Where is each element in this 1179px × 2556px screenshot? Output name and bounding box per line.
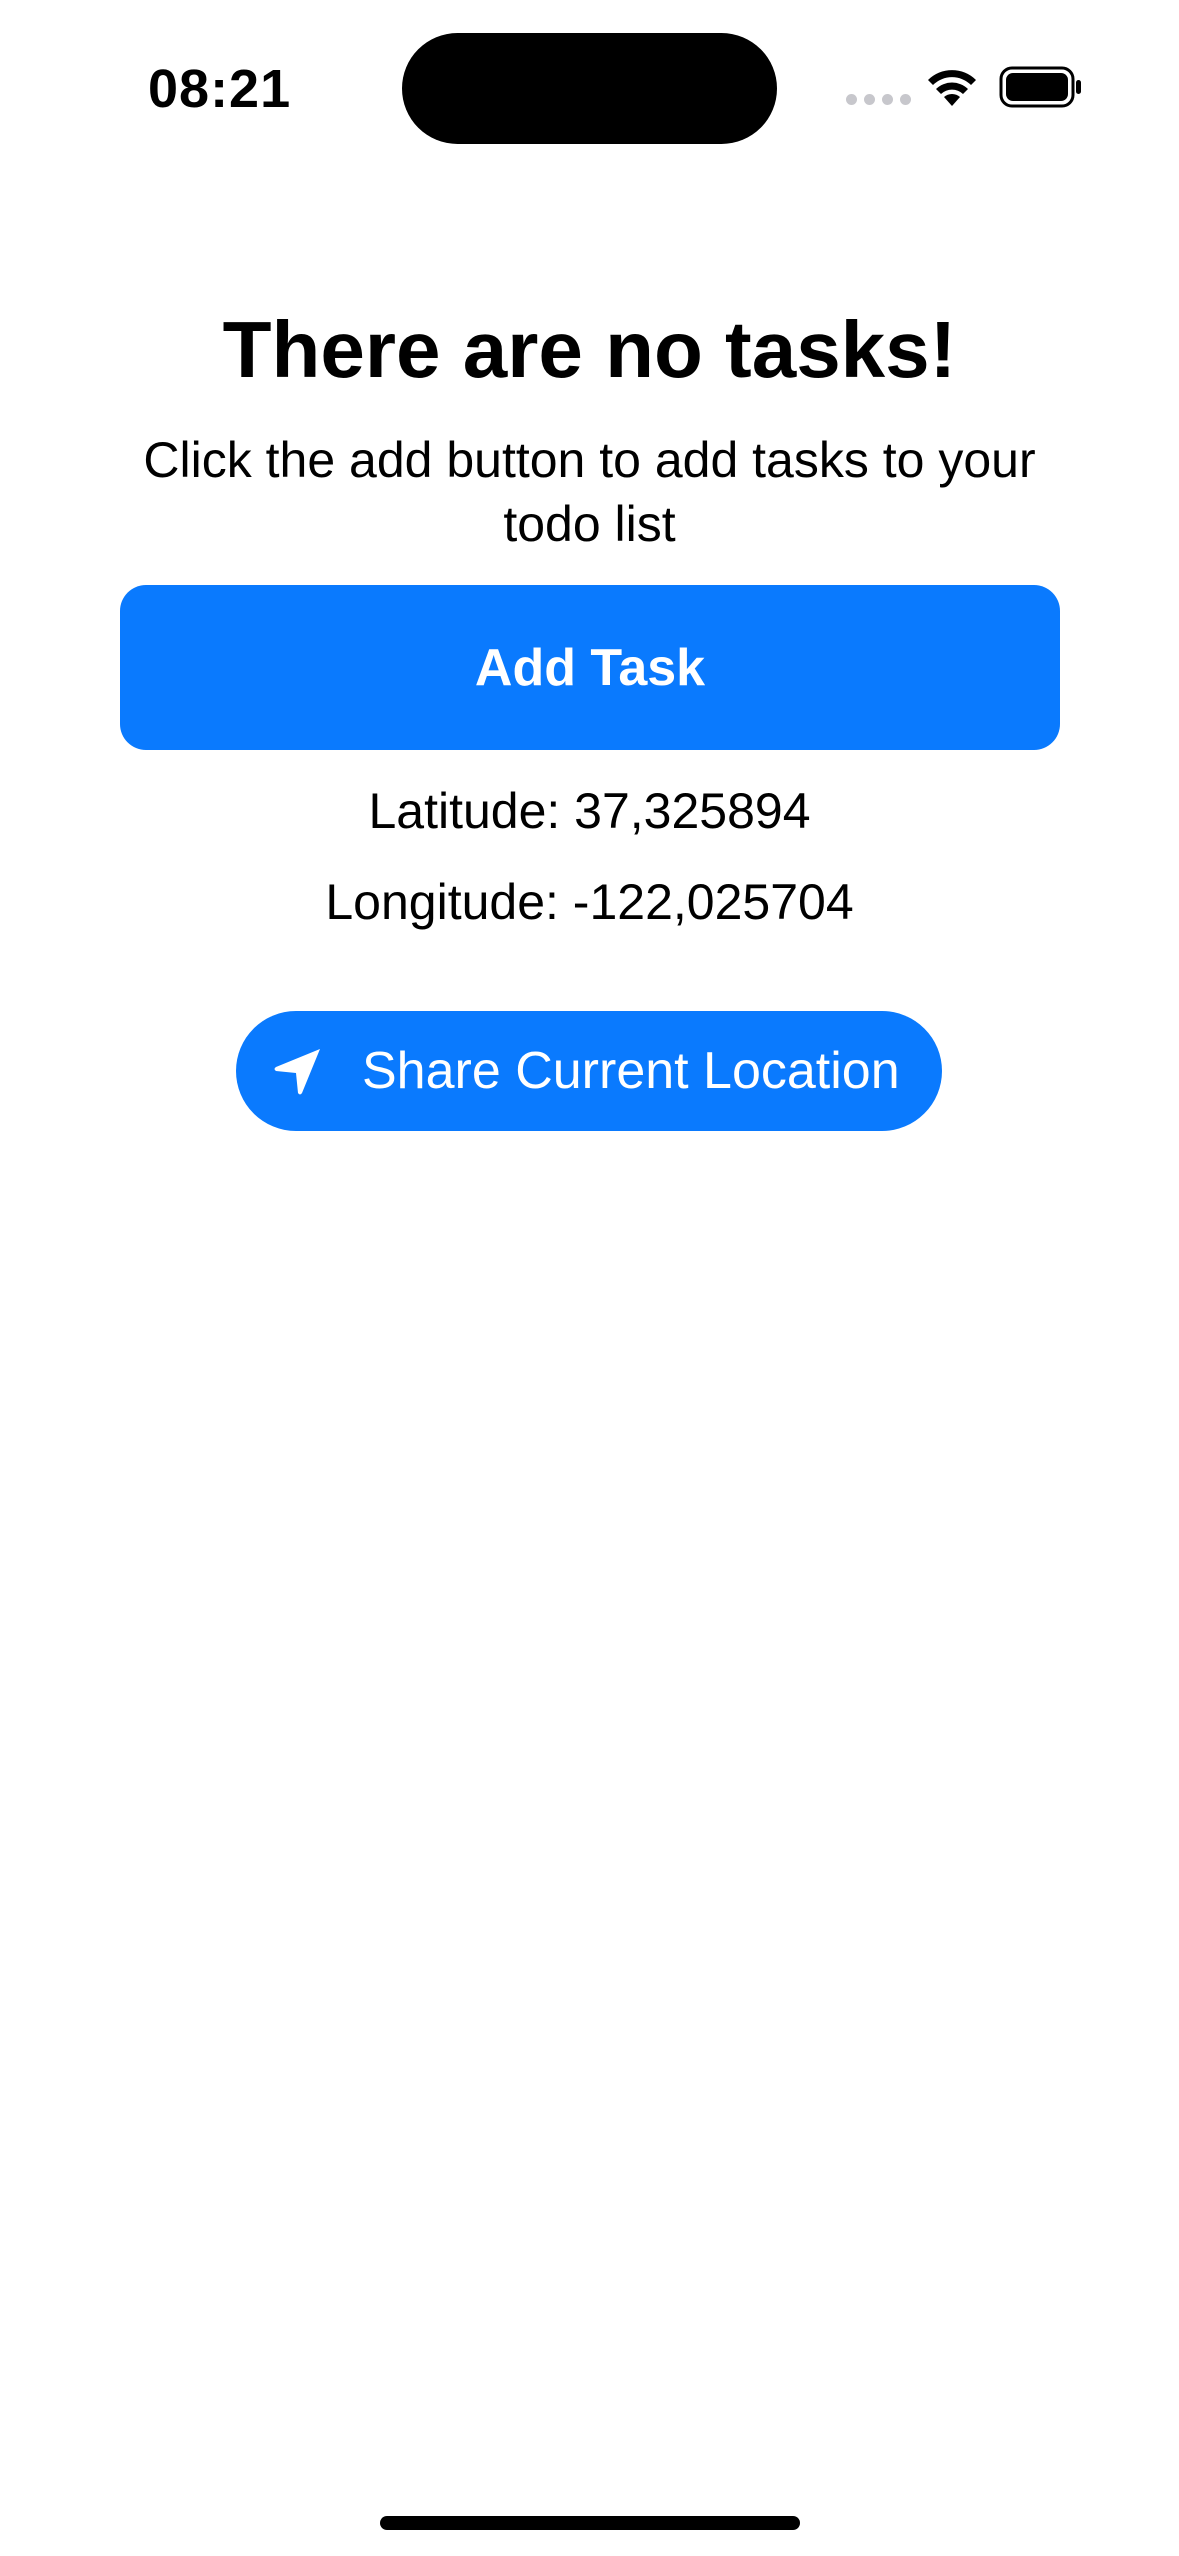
longitude-label: Longitude: -122,025704 bbox=[325, 874, 854, 930]
add-task-button[interactable]: Add Task bbox=[120, 585, 1060, 750]
app-screen: 08:21 There are no tasks! Click the add … bbox=[0, 0, 1179, 2556]
wifi-icon bbox=[928, 70, 976, 106]
status-time: 08:21 bbox=[148, 59, 292, 119]
location-arrow-icon bbox=[274, 1049, 320, 1095]
empty-state-message: Click the add button to add tasks to you… bbox=[143, 432, 1036, 552]
empty-state-title: There are no tasks! bbox=[222, 305, 957, 394]
share-location-label: Share Current Location bbox=[362, 1042, 900, 1100]
latitude-label: Latitude: 37,325894 bbox=[368, 783, 811, 839]
dynamic-island bbox=[402, 33, 777, 144]
home-indicator[interactable] bbox=[380, 2516, 800, 2530]
battery-icon bbox=[999, 66, 1081, 108]
share-location-button[interactable]: Share Current Location bbox=[236, 1011, 942, 1131]
cellular-signal-icon bbox=[846, 94, 911, 105]
